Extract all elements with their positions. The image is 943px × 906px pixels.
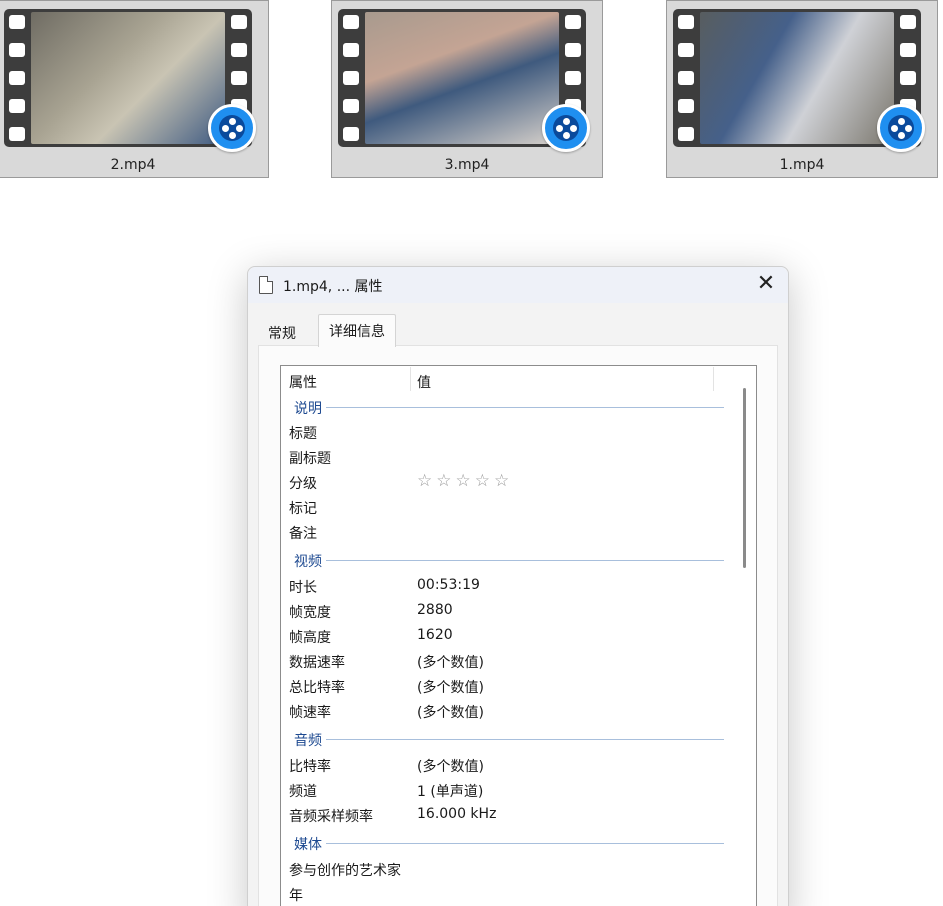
properties-dialog: 1.mp4, ... 属性 ✕ 常规 属性 值 说明 标题 副标题 分级 ☆☆☆☆… [247, 266, 789, 906]
list-item[interactable]: 帧速率 (多个数值) [281, 698, 734, 723]
property-value: 16.000 kHz [417, 806, 497, 822]
list-item[interactable]: 帧高度 1620 [281, 623, 734, 648]
section-audio: 音频 [281, 725, 734, 753]
video-player-icon [542, 104, 590, 152]
details-list[interactable]: 属性 值 说明 标题 副标题 分级 ☆☆☆☆☆ 标记 备注 视频 时长 00:53:… [280, 365, 757, 906]
section-label: 音频 [294, 730, 326, 750]
list-item[interactable]: 标记 [281, 494, 734, 519]
tab-general[interactable]: 常规 [258, 317, 306, 347]
property-name: 参与创作的艺术家 [289, 863, 401, 879]
scrollbar-thumb[interactable] [743, 388, 746, 568]
video-player-icon [877, 104, 925, 152]
property-name: 总比特率 [289, 680, 345, 696]
property-name: 帧高度 [289, 630, 331, 646]
video-player-icon [208, 104, 256, 152]
section-media: 媒体 [281, 829, 734, 857]
list-item[interactable]: 比特率 (多个数值) [281, 752, 734, 777]
property-name: 帧速率 [289, 705, 331, 721]
property-name: 数据速率 [289, 655, 345, 671]
list-item[interactable]: 标题 [281, 419, 734, 444]
rating-stars[interactable]: ☆☆☆☆☆ [417, 471, 513, 491]
list-item[interactable]: 总比特率 (多个数值) [281, 673, 734, 698]
document-icon [259, 276, 273, 294]
list-item[interactable]: 年 [281, 881, 734, 906]
title-bar[interactable]: 1.mp4, ... 属性 ✕ [248, 267, 788, 303]
section-label: 说明 [294, 398, 326, 418]
list-item[interactable]: 频道 1 (单声道) [281, 777, 734, 802]
property-name: 比特率 [289, 759, 331, 775]
property-name: 备注 [289, 526, 317, 542]
property-value: (多个数值) [417, 705, 484, 721]
list-item[interactable]: 音频采样频率 16.000 kHz [281, 802, 734, 827]
column-header-property[interactable]: 属性 [289, 372, 317, 392]
file-thumbnail[interactable]: 3.mp4 [331, 0, 603, 178]
list-item[interactable]: 数据速率 (多个数值) [281, 648, 734, 673]
property-value: 1620 [417, 627, 453, 643]
file-thumbnail[interactable]: 1.mp4 [666, 0, 938, 178]
tab-panel: 属性 值 说明 标题 副标题 分级 ☆☆☆☆☆ 标记 备注 视频 时长 00:53:… [258, 345, 778, 906]
close-button[interactable]: ✕ [750, 271, 782, 299]
list-item[interactable]: 副标题 [281, 444, 734, 469]
property-name: 年 [289, 888, 303, 904]
property-name: 频道 [289, 784, 317, 800]
section-description: 说明 [281, 393, 734, 421]
property-name: 时长 [289, 580, 317, 596]
dialog-title: 1.mp4, ... 属性 [283, 279, 383, 295]
property-value: 2880 [417, 602, 453, 618]
file-name: 3.mp4 [444, 157, 490, 173]
column-header-value[interactable]: 值 [417, 372, 431, 392]
list-item[interactable]: 参与创作的艺术家 [281, 856, 734, 881]
property-name: 标记 [289, 501, 317, 517]
file-name: 1.mp4 [779, 157, 825, 173]
property-value: (多个数值) [417, 680, 484, 696]
property-value: (多个数值) [417, 655, 484, 671]
file-name: 2.mp4 [110, 157, 156, 173]
section-label: 视频 [294, 551, 326, 571]
property-name: 分级 [289, 476, 317, 492]
list-item[interactable]: 时长 00:53:19 [281, 573, 734, 598]
list-item[interactable]: 帧宽度 2880 [281, 598, 734, 623]
list-item[interactable]: 分级 ☆☆☆☆☆ [281, 469, 734, 494]
property-value: 1 (单声道) [417, 784, 484, 800]
property-value: (多个数值) [417, 759, 484, 775]
scrollbar[interactable] [734, 366, 756, 906]
section-label: 媒体 [294, 834, 326, 854]
property-name: 副标题 [289, 451, 331, 467]
property-name: 标题 [289, 426, 317, 442]
property-name: 帧宽度 [289, 605, 331, 621]
list-item[interactable]: 备注 [281, 519, 734, 544]
tab-details[interactable]: 详细信息 [318, 314, 396, 347]
property-name: 音频采样频率 [289, 809, 373, 825]
list-header: 属性 值 [281, 366, 734, 393]
file-thumbnail[interactable]: 2.mp4 [0, 0, 269, 178]
property-value: 00:53:19 [417, 577, 480, 593]
section-video: 视频 [281, 546, 734, 574]
